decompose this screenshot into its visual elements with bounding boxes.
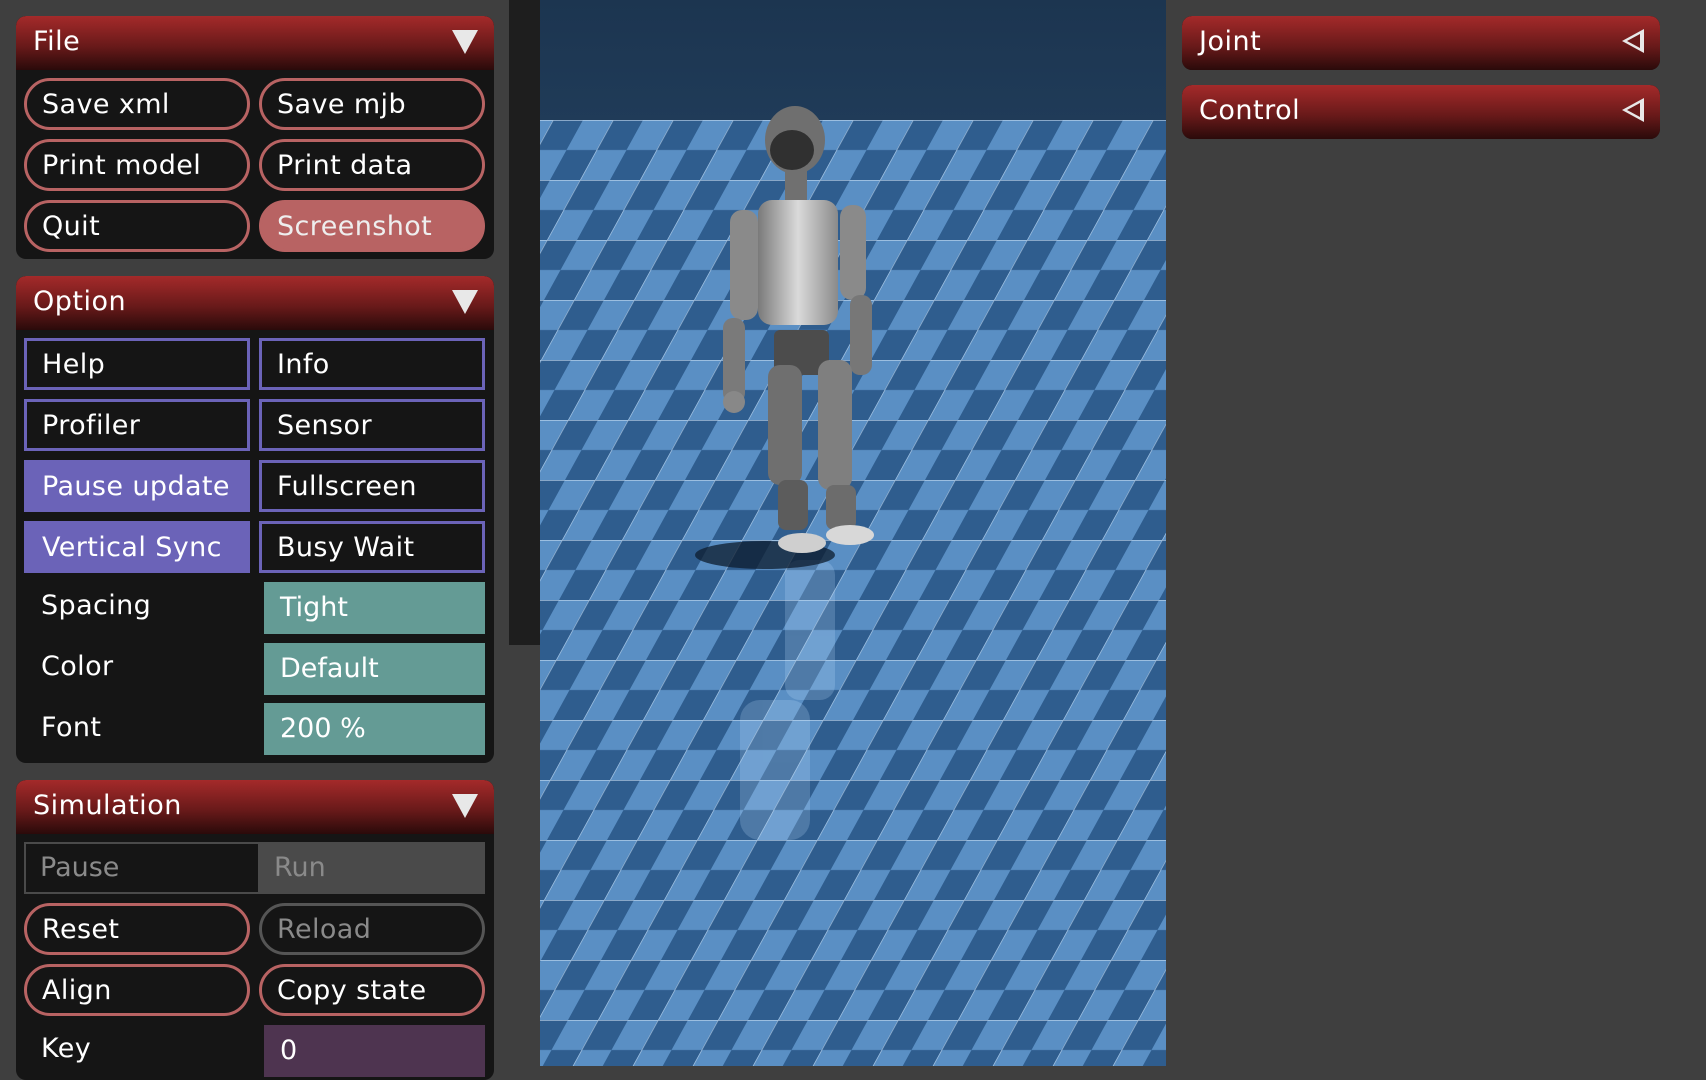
print-model-button[interactable]: Print model — [24, 139, 250, 191]
simulation-panel-header[interactable]: Simulation — [16, 780, 494, 834]
align-button[interactable]: Align — [24, 964, 250, 1016]
busy-wait-toggle[interactable]: Busy Wait — [259, 521, 485, 573]
control-panel[interactable]: Control — [1182, 85, 1660, 139]
scene-render — [540, 0, 1166, 1066]
key-label: Key — [41, 1033, 92, 1064]
3d-viewport[interactable] — [540, 0, 1166, 1066]
profiler-toggle[interactable]: Profiler — [24, 399, 250, 451]
control-panel-title: Control — [1199, 95, 1301, 126]
spacing-select[interactable]: Tight — [264, 582, 485, 634]
option-panel-title: Option — [33, 286, 127, 317]
reload-button[interactable]: Reload — [259, 903, 485, 955]
fullscreen-toggle[interactable]: Fullscreen — [259, 460, 485, 512]
left-ui-scrollbar[interactable] — [509, 0, 540, 645]
reset-button[interactable]: Reset — [24, 903, 250, 955]
expand-triangle-icon[interactable] — [1622, 98, 1644, 122]
save-mjb-button[interactable]: Save mjb — [259, 78, 485, 130]
font-select[interactable]: 200 % — [264, 703, 485, 755]
save-xml-button[interactable]: Save xml — [24, 78, 250, 130]
option-panel-header[interactable]: Option — [16, 276, 494, 330]
color-select[interactable]: Default — [264, 643, 485, 695]
collapse-triangle-icon[interactable] — [452, 30, 478, 54]
collapse-triangle-icon[interactable] — [452, 290, 478, 314]
joint-panel-title: Joint — [1199, 26, 1262, 57]
simulation-panel-title: Simulation — [33, 790, 182, 821]
option-panel: Option Help Info Profiler Sensor Pause u… — [16, 276, 494, 763]
joint-panel-header[interactable]: Joint — [1182, 16, 1660, 70]
pause-update-toggle[interactable]: Pause update — [24, 460, 250, 512]
simulation-panel: Simulation Pause Run Reset Reload Align … — [16, 780, 494, 1080]
vertical-sync-toggle[interactable]: Vertical Sync — [24, 521, 250, 573]
font-label: Font — [41, 712, 102, 743]
color-label: Color — [41, 651, 114, 682]
joint-panel[interactable]: Joint — [1182, 16, 1660, 70]
print-data-button[interactable]: Print data — [259, 139, 485, 191]
spacing-label: Spacing — [41, 590, 152, 621]
run-mode-radio[interactable]: Pause Run — [24, 842, 485, 894]
expand-triangle-icon[interactable] — [1622, 29, 1644, 53]
copy-state-button[interactable]: Copy state — [259, 964, 485, 1016]
key-input[interactable]: 0 — [264, 1025, 485, 1077]
info-toggle[interactable]: Info — [259, 338, 485, 390]
file-panel-title: File — [33, 26, 81, 57]
help-toggle[interactable]: Help — [24, 338, 250, 390]
screenshot-button[interactable]: Screenshot — [259, 200, 485, 252]
pause-option[interactable]: Pause — [26, 844, 258, 892]
file-panel: File Save xml Save mjb Print model Print… — [16, 16, 494, 259]
sensor-toggle[interactable]: Sensor — [259, 399, 485, 451]
control-panel-header[interactable]: Control — [1182, 85, 1660, 139]
run-option[interactable]: Run — [274, 842, 326, 894]
collapse-triangle-icon[interactable] — [452, 794, 478, 818]
quit-button[interactable]: Quit — [24, 200, 250, 252]
file-panel-header[interactable]: File — [16, 16, 494, 70]
